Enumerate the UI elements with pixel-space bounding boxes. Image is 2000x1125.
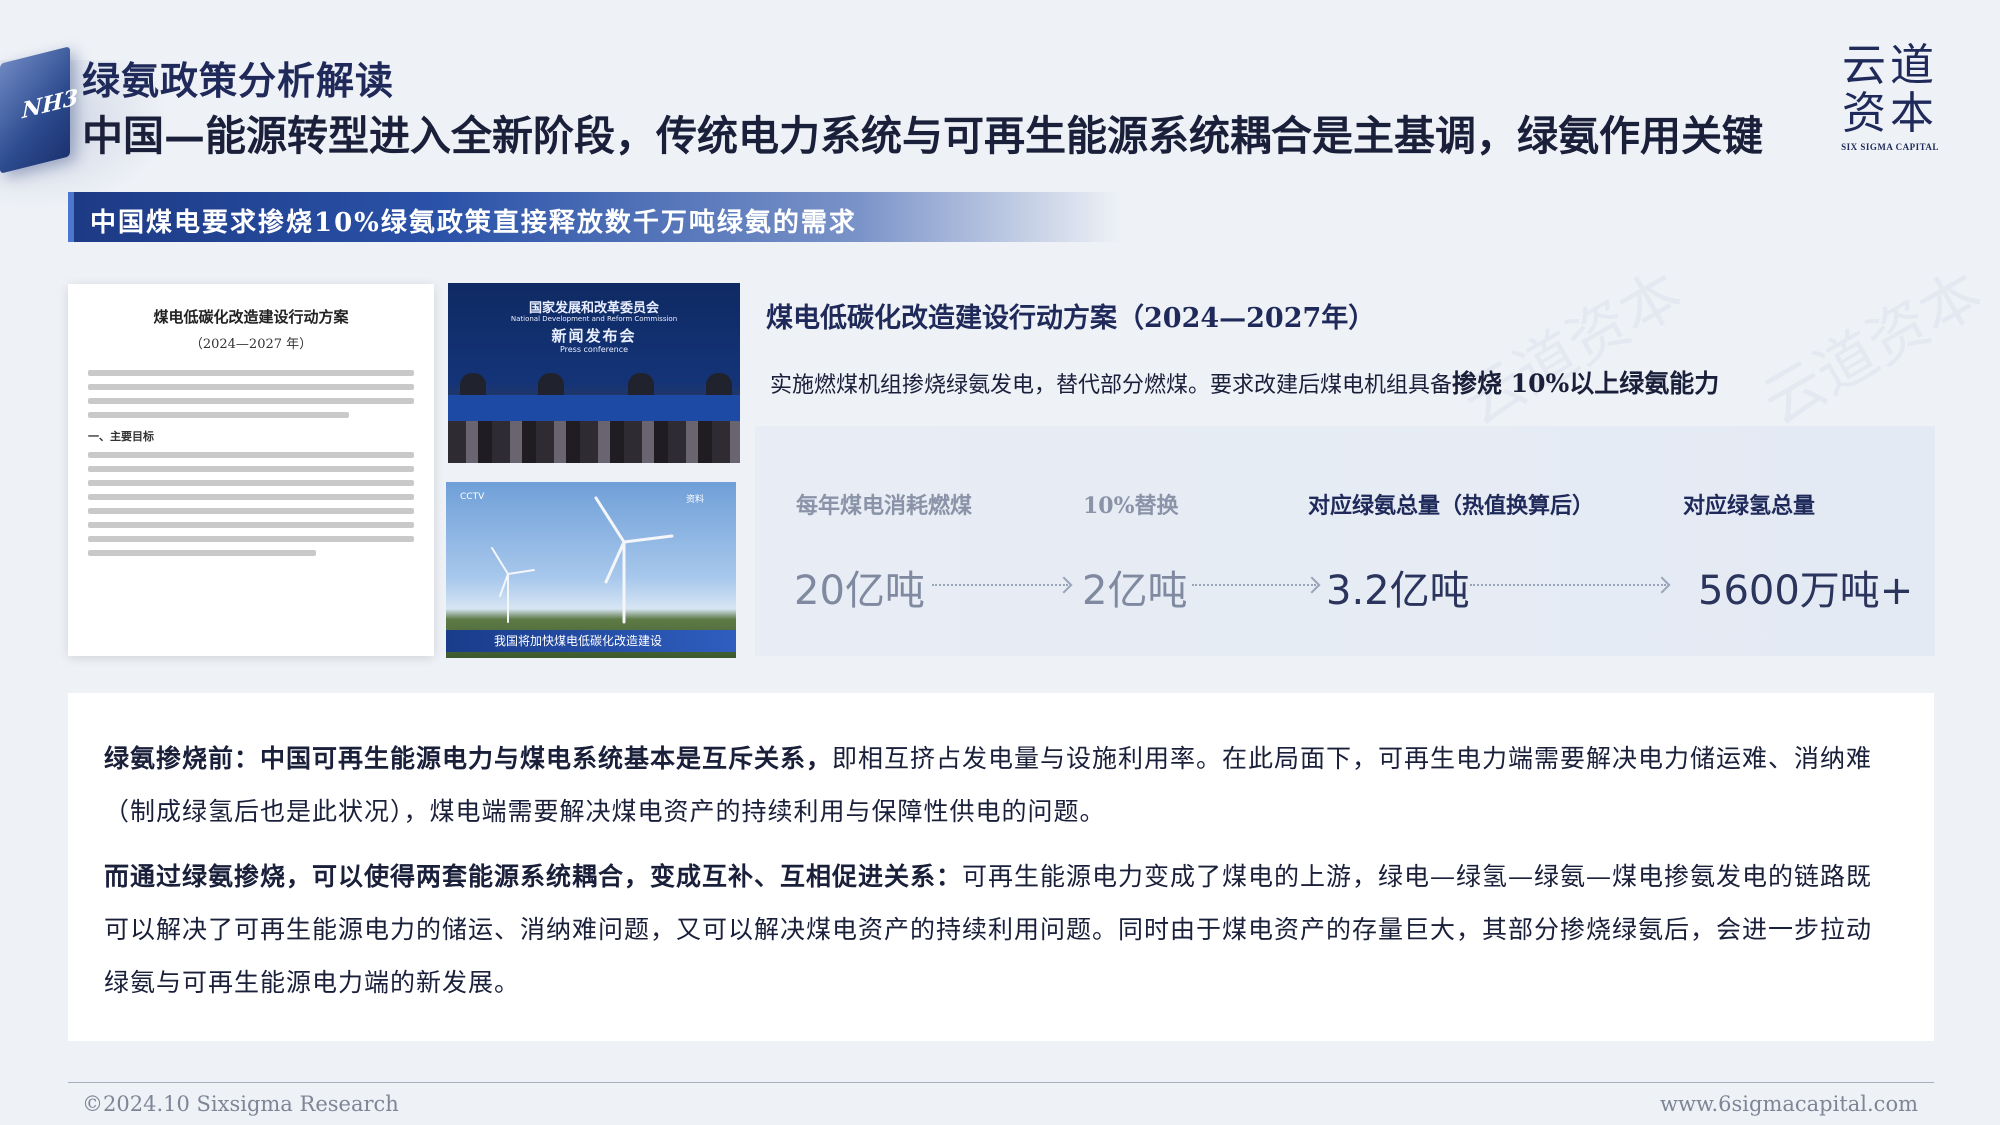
press-event-en: Press conference bbox=[559, 345, 629, 354]
press-org-en: National Development and Reform Commissi… bbox=[510, 315, 678, 323]
plan-title: 煤电低碳化改造建设行动方案（2024—2027年） bbox=[766, 303, 1376, 334]
press-org: 国家发展和改革委员会 bbox=[528, 301, 659, 316]
flow-box bbox=[755, 426, 1935, 656]
paragraph-before-bold: 绿氨掺烧前：中国可再生能源电力与煤电系统基本是互斥关系， bbox=[104, 744, 833, 773]
wind-caption: 我国将加快煤电低碳化改造建设 bbox=[446, 630, 736, 652]
logo-cn-line2: 资本 bbox=[1842, 88, 1938, 139]
press-event: 新闻发布会 bbox=[551, 327, 637, 345]
flow-label-replace: 10%替换 bbox=[1083, 493, 1179, 519]
flow-label-coal: 每年煤电消耗燃煤 bbox=[796, 493, 973, 519]
nh3-cube-icon: NH3 bbox=[0, 46, 78, 174]
flow-value-ammonia: 3.2亿吨 bbox=[1326, 568, 1470, 614]
doc-section-heading: 一、主要目标 bbox=[88, 430, 154, 443]
page-subtitle: 绿氨政策分析解读 bbox=[82, 58, 395, 103]
flow-arrow-1-icon bbox=[932, 584, 1068, 586]
wind-turbine-photo: CCTV 资料 我国将加快煤电低碳化改造建设 bbox=[446, 482, 736, 658]
flow-label-ammonia: 对应绿氨总量（热值换算后） bbox=[1308, 493, 1595, 519]
plan-desc-normal: 实施燃煤机组掺烧绿氨发电，替代部分燃煤。要求改建后煤电机组具备 bbox=[770, 373, 1453, 398]
footer-divider bbox=[68, 1082, 1934, 1083]
plan-description: 实施燃煤机组掺烧绿氨发电，替代部分燃煤。要求改建后煤电机组具备掺烧 10%以上绿… bbox=[770, 364, 1719, 400]
company-logo: 云道 资本 SIX SIGMA CAPITAL bbox=[1840, 40, 1940, 153]
doc-title: 煤电低碳化改造建设行动方案 bbox=[153, 308, 349, 326]
flow-value-hydrogen: 5600万吨+ bbox=[1698, 568, 1914, 614]
flow-value-replace: 2亿吨 bbox=[1082, 568, 1188, 614]
flow-arrow-2-icon bbox=[1192, 584, 1316, 586]
plan-desc-bold: 掺烧 10%以上绿氨能力 bbox=[1452, 369, 1720, 398]
section-banner: 中国煤电要求掺烧10%绿氨政策直接释放数千万吨绿氨的需求 bbox=[68, 192, 1120, 242]
page-title: 中国—能源转型进入全新阶段，传统电力系统与可再生能源系统耦合是主基调，绿氨作用关… bbox=[82, 112, 1763, 160]
banner-text: 中国煤电要求掺烧10%绿氨政策直接释放数千万吨绿氨的需求 bbox=[90, 208, 857, 238]
paragraph-after: 而通过绿氨掺烧，可以使得两套能源系统耦合，变成互补、互相促进关系：可再生能源电力… bbox=[104, 850, 1884, 1009]
flow-arrow-3-icon bbox=[1470, 584, 1666, 586]
footer-website: www.6sigmacapital.com bbox=[1660, 1092, 1918, 1116]
paragraph-after-bold: 而通过绿氨掺烧，可以使得两套能源系统耦合，变成互补、互相促进关系： bbox=[104, 862, 963, 891]
logo-en: SIX SIGMA CAPITAL bbox=[1841, 142, 1939, 152]
flow-value-coal: 20亿吨 bbox=[794, 568, 925, 614]
press-conference-photo: 国家发展和改革委员会 National Development and Refo… bbox=[448, 283, 740, 463]
flow-label-hydrogen: 对应绿氢总量 bbox=[1683, 493, 1816, 519]
footer-copyright: ©2024.10 Sixsigma Research bbox=[82, 1092, 399, 1116]
doc-subtitle: （2024—2027 年） bbox=[189, 337, 313, 352]
policy-document-image: 煤电低碳化改造建设行动方案 （2024—2027 年） 一、主要目标 bbox=[68, 284, 434, 656]
logo-cn-line1: 云道 bbox=[1842, 40, 1938, 91]
paragraph-before: 绿氨掺烧前：中国可再生能源电力与煤电系统基本是互斥关系，即相互挤占发电量与设施利… bbox=[104, 732, 1884, 838]
